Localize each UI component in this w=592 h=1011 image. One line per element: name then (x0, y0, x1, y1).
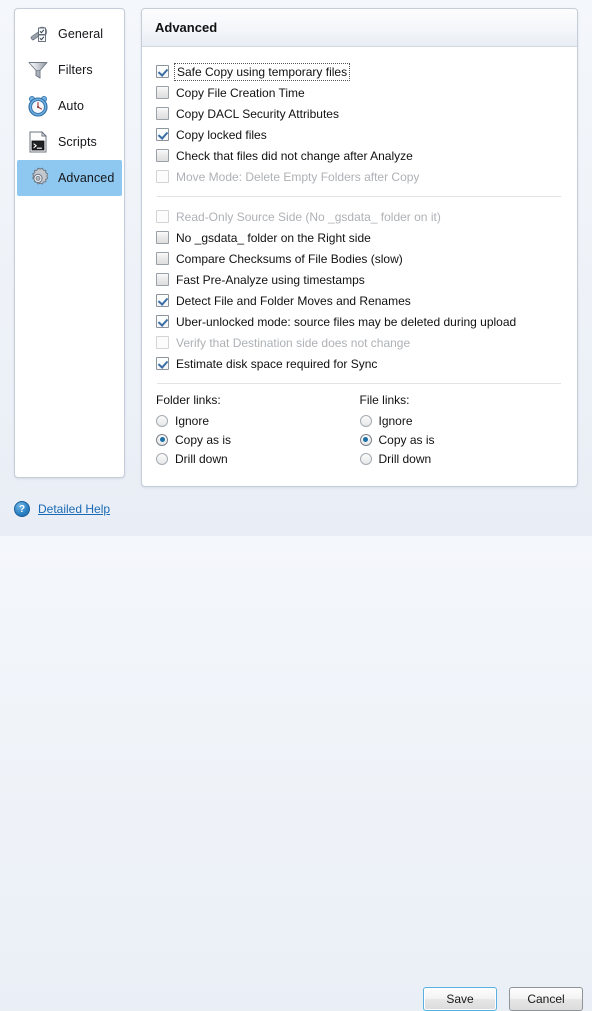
checkbox-label: Uber-unlocked mode: source files may be … (176, 314, 517, 329)
page-title: Advanced (155, 20, 218, 35)
cancel-button[interactable]: Cancel (509, 987, 583, 1011)
checkbox-safe-copy[interactable] (156, 65, 169, 78)
radio-row[interactable]: Drill down (359, 449, 564, 468)
file-links-title: File links: (359, 393, 410, 407)
sidebar-item-auto[interactable]: Auto (17, 88, 122, 124)
panel-header: Advanced (142, 9, 577, 47)
dialog-footer: ? Detailed Help Save Cancel (0, 487, 592, 1011)
checkbox-label: Verify that Destination side does not ch… (176, 335, 411, 350)
checkbox-label: Check that files did not change after An… (176, 148, 413, 163)
checkbox-row: Move Mode: Delete Empty Folders after Co… (156, 166, 563, 187)
file-links-group: File links: Ignore Copy as is Drill down (359, 393, 564, 468)
radio-row[interactable]: Copy as is (359, 430, 564, 449)
checkbox-row: Verify that Destination side does not ch… (156, 332, 563, 353)
divider (157, 196, 561, 197)
folder-links-group: Folder links: Ignore Copy as is Drill do… (156, 393, 360, 468)
radio-label: Copy as is (378, 432, 435, 447)
checkbox-label: Copy locked files (176, 127, 267, 142)
sidebar-item-general[interactable]: General (17, 16, 122, 52)
settings-dialog: General Filters Auto Scripts Advanced Ad… (0, 0, 592, 1011)
script-icon (25, 129, 51, 155)
checkbox-row[interactable]: Copy locked files (156, 124, 563, 145)
sidebar-item-scripts[interactable]: Scripts (17, 124, 122, 160)
links-options: Folder links: Ignore Copy as is Drill do… (156, 393, 563, 468)
checkbox-row[interactable]: Uber-unlocked mode: source files may be … (156, 311, 563, 332)
wrench-icon (25, 21, 51, 47)
radio-row[interactable]: Copy as is (156, 430, 360, 449)
gear-icon (25, 165, 51, 191)
sidebar-item-advanced[interactable]: Advanced (17, 160, 122, 196)
divider (157, 383, 561, 384)
checkbox-fast-pre-analyze[interactable] (156, 273, 169, 286)
checkbox-copy-locked-files[interactable] (156, 128, 169, 141)
radio-label: Copy as is (175, 432, 232, 447)
checkbox-verify-destination (156, 336, 169, 349)
sidebar-item-label: Auto (58, 99, 85, 113)
checkbox-label: Move Mode: Delete Empty Folders after Co… (176, 169, 420, 184)
checkbox-label: Fast Pre-Analyze using timestamps (176, 272, 365, 287)
radio-folder-drill-down[interactable] (156, 452, 168, 465)
checkbox-label: Copy DACL Security Attributes (176, 106, 339, 121)
checkbox-row[interactable]: Copy File Creation Time (156, 82, 563, 103)
sidebar-item-filters[interactable]: Filters (17, 52, 122, 88)
detailed-help[interactable]: ? Detailed Help (14, 501, 110, 517)
folder-links-title: Folder links: (156, 393, 221, 407)
checkbox-copy-dacl[interactable] (156, 107, 169, 120)
checkbox-label: Estimate disk space required for Sync (176, 356, 378, 371)
checkbox-copy-creation-time[interactable] (156, 86, 169, 99)
checkbox-row[interactable]: Fast Pre-Analyze using timestamps (156, 269, 563, 290)
checkbox-estimate-disk-space[interactable] (156, 357, 169, 370)
checkbox-check-files-changed[interactable] (156, 149, 169, 162)
radio-file-copy-as-is[interactable] (359, 433, 372, 446)
checkbox-no-gsdata-right[interactable] (156, 231, 169, 244)
checkbox-detect-moves[interactable] (156, 294, 169, 307)
save-button[interactable]: Save (423, 987, 497, 1011)
checkbox-row[interactable]: Copy DACL Security Attributes (156, 103, 563, 124)
sidebar-item-label: Filters (58, 63, 93, 77)
checkbox-label: Copy File Creation Time (176, 85, 305, 100)
checkbox-row[interactable]: Check that files did not change after An… (156, 145, 563, 166)
radio-label: Drill down (378, 451, 432, 466)
sidebar-nav: General Filters Auto Scripts Advanced (14, 8, 125, 478)
checkbox-label: No _gsdata_ folder on the Right side (176, 230, 371, 245)
radio-file-ignore[interactable] (359, 414, 372, 427)
clock-icon (25, 93, 51, 119)
sidebar-item-label: General (58, 27, 104, 41)
radio-label: Ignore (378, 413, 413, 428)
panel-body: Safe Copy using temporary files Copy Fil… (142, 47, 577, 468)
options-group-analysis: Read-Only Source Side (No _gsdata_ folde… (156, 206, 563, 374)
checkbox-row: Read-Only Source Side (No _gsdata_ folde… (156, 206, 563, 227)
checkbox-label: Safe Copy using temporary files (173, 62, 351, 81)
checkbox-label: Detect File and Folder Moves and Renames (176, 293, 411, 308)
advanced-settings-panel: Advanced Safe Copy using temporary files… (141, 8, 578, 487)
sidebar-item-label: Advanced (58, 171, 115, 185)
checkbox-uber-unlocked[interactable] (156, 315, 169, 328)
radio-row[interactable]: Ignore (359, 411, 564, 430)
radio-file-drill-down[interactable] (359, 452, 372, 465)
sidebar-item-label: Scripts (58, 135, 97, 149)
radio-folder-copy-as-is[interactable] (156, 433, 168, 446)
radio-row[interactable]: Ignore (156, 411, 360, 430)
detailed-help-link[interactable]: Detailed Help (38, 502, 110, 516)
checkbox-move-mode (156, 170, 169, 183)
radio-label: Drill down (175, 451, 228, 466)
radio-folder-ignore[interactable] (156, 414, 168, 427)
funnel-icon (25, 57, 51, 83)
help-circle-icon: ? (14, 501, 30, 517)
checkbox-compare-checksums[interactable] (156, 252, 169, 265)
checkbox-row[interactable]: Estimate disk space required for Sync (156, 353, 563, 374)
checkbox-read-only-source (156, 210, 169, 223)
checkbox-row[interactable]: Compare Checksums of File Bodies (slow) (156, 248, 563, 269)
radio-row[interactable]: Drill down (156, 449, 360, 468)
radio-label: Ignore (175, 413, 210, 428)
checkbox-row[interactable]: Safe Copy using temporary files (156, 61, 563, 82)
checkbox-label: Read-Only Source Side (No _gsdata_ folde… (176, 209, 441, 224)
options-group-copy: Safe Copy using temporary files Copy Fil… (156, 61, 563, 187)
checkbox-row[interactable]: Detect File and Folder Moves and Renames (156, 290, 563, 311)
checkbox-row[interactable]: No _gsdata_ folder on the Right side (156, 227, 563, 248)
checkbox-label: Compare Checksums of File Bodies (slow) (176, 251, 403, 266)
